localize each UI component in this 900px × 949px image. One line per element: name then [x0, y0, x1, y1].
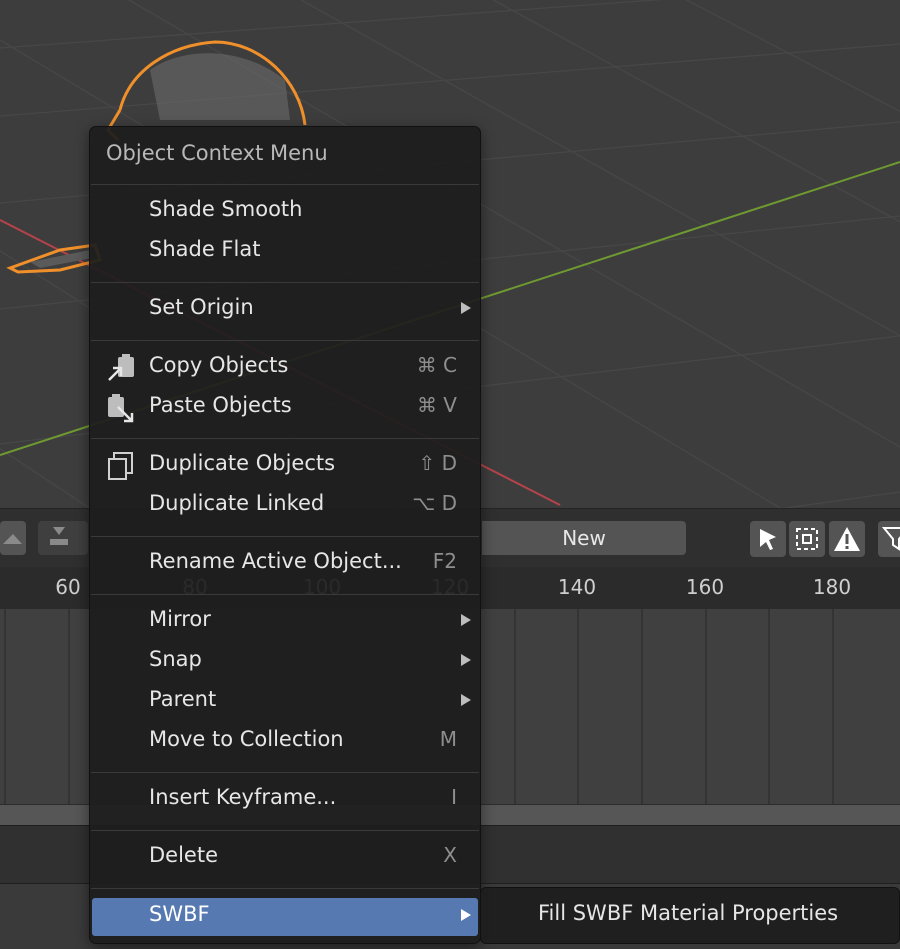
ruler-label: 60: [55, 575, 81, 599]
filter-button[interactable]: [878, 521, 900, 557]
menu-separator: [91, 184, 479, 185]
menu-item-shade-smooth[interactable]: Shade Smooth: [90, 193, 480, 231]
menu-separator: [91, 438, 479, 439]
menu-item-mirror[interactable]: Mirror: [90, 603, 480, 641]
keyframe-type-button[interactable]: [38, 521, 88, 555]
menu-item-label: Copy Objects: [149, 353, 289, 377]
new-button[interactable]: New: [482, 521, 686, 555]
menu-separator: [91, 594, 479, 595]
menu-item-label: Paste Objects: [149, 393, 292, 417]
menu-item-label: Duplicate Linked: [149, 491, 325, 515]
copy-icon: [108, 354, 134, 381]
menu-item-label: Shade Smooth: [149, 197, 303, 221]
box-select-icon: [796, 528, 818, 550]
ruler-label: 180: [812, 575, 852, 599]
menu-separator: [91, 282, 479, 283]
menu-item-label: Insert Keyframe...: [149, 785, 337, 809]
submenu-arrow-icon: [461, 909, 471, 921]
menu-item-set-origin[interactable]: Set Origin: [90, 291, 480, 329]
shortcut-label: F2: [432, 549, 457, 573]
menu-item-rename-active-object[interactable]: Rename Active Object... F2: [90, 545, 480, 583]
menu-separator: [91, 340, 479, 341]
duplicate-icon: [108, 452, 133, 480]
menu-item-snap[interactable]: Snap: [90, 643, 480, 681]
menu-item-label: Shade Flat: [149, 237, 261, 261]
shortcut-label: X: [443, 843, 457, 867]
warning-icon: [834, 527, 860, 551]
menu-item-insert-keyframe[interactable]: Insert Keyframe... I: [90, 781, 480, 819]
shortcut-label: ⌘ C: [416, 353, 457, 377]
swbf-submenu: Fill SWBF Material Properties: [480, 887, 900, 944]
menu-item-label: Move to Collection: [149, 727, 344, 751]
select-tool-button[interactable]: [750, 521, 786, 557]
menu-separator: [91, 536, 479, 537]
filter-icon: [882, 527, 900, 551]
menu-title: Object Context Menu: [106, 141, 328, 165]
menu-item-label: Duplicate Objects: [149, 451, 336, 475]
shortcut-label: ⇧ D: [418, 451, 457, 475]
menu-item-duplicate-objects[interactable]: Duplicate Objects ⇧ D: [90, 447, 480, 485]
submenu-arrow-icon: [461, 614, 471, 626]
ruler-label: 160: [685, 575, 725, 599]
menu-item-delete[interactable]: Delete X: [90, 839, 480, 877]
timeline-nav-button[interactable]: [0, 521, 26, 555]
shortcut-label: ⌥ D: [412, 491, 457, 515]
object-context-menu: Object Context Menu Shade Smooth Shade F…: [89, 126, 481, 944]
shortcut-label: ⌘ V: [416, 393, 457, 417]
ruler-label: 140: [557, 575, 597, 599]
menu-item-label: Delete: [149, 843, 218, 867]
submenu-arrow-icon: [461, 302, 471, 314]
submenu-arrow-icon: [461, 654, 471, 666]
menu-item-copy-objects[interactable]: Copy Objects ⌘ C: [90, 349, 480, 387]
menu-separator: [91, 888, 479, 889]
menu-item-move-to-collection[interactable]: Move to Collection M: [90, 723, 480, 761]
menu-item-label: Snap: [149, 647, 202, 671]
menu-separator: [91, 772, 479, 773]
submenu-arrow-icon: [461, 694, 471, 706]
shortcut-label: I: [451, 785, 457, 809]
menu-item-label: SWBF: [149, 902, 210, 926]
box-select-button[interactable]: [789, 521, 825, 557]
menu-item-parent[interactable]: Parent: [90, 683, 480, 721]
menu-item-label: Set Origin: [149, 295, 254, 319]
cursor-icon: [760, 529, 776, 550]
menu-item-label: Rename Active Object...: [149, 549, 402, 573]
menu-item-label: Mirror: [149, 607, 211, 631]
keyframe-icon: [50, 527, 68, 545]
triangle-up-icon: [3, 534, 22, 544]
shortcut-label: M: [439, 727, 457, 751]
menu-separator: [91, 830, 479, 831]
menu-item-label: Parent: [149, 687, 217, 711]
menu-item-swbf[interactable]: SWBF: [92, 898, 478, 936]
menu-item-fill-swbf-material-properties[interactable]: Fill SWBF Material Properties: [538, 901, 838, 925]
menu-item-paste-objects[interactable]: Paste Objects ⌘ V: [90, 389, 480, 427]
paste-icon: [108, 394, 134, 423]
menu-item-duplicate-linked[interactable]: Duplicate Linked ⌥ D: [90, 487, 480, 525]
warning-button[interactable]: [829, 521, 865, 557]
menu-item-shade-flat[interactable]: Shade Flat: [90, 233, 480, 271]
